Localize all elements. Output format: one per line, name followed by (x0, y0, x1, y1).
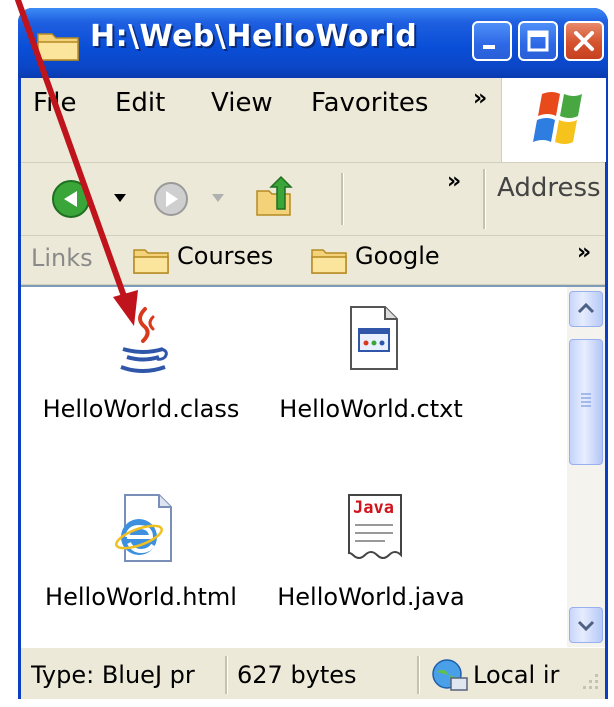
file-item[interactable]: Java HelloWorld.java (259, 493, 483, 633)
back-icon[interactable] (51, 179, 91, 219)
close-icon (574, 31, 594, 51)
minimize-icon (483, 45, 495, 49)
menu-bar: File Edit View Favorites » (21, 78, 606, 163)
window-title: H:\Web\HelloWorld (90, 19, 418, 54)
svg-text:Java: Java (353, 498, 394, 518)
file-item[interactable]: HelloWorld.class (29, 305, 253, 445)
explorer-window: H:\Web\HelloWorld File Edit View Favorit… (18, 8, 608, 699)
local-intranet-icon (432, 659, 468, 691)
close-button[interactable] (564, 21, 604, 61)
status-divider (225, 656, 228, 694)
status-bar: Type: BlueJ pr 627 bytes Local ir (21, 647, 605, 699)
file-item[interactable]: HelloWorld.html (29, 493, 253, 633)
forward-dropdown-arrow-icon[interactable] (211, 193, 225, 203)
chevron-up-icon (577, 302, 595, 314)
folder-icon (37, 33, 79, 61)
maximize-button[interactable] (518, 21, 558, 61)
status-zone: Local ir (473, 661, 560, 689)
link-label: Courses (177, 242, 274, 270)
minimize-button[interactable] (472, 21, 512, 61)
scroll-down-button[interactable] (569, 607, 603, 643)
file-item[interactable]: HelloWorld.ctxt (259, 305, 483, 445)
file-name: HelloWorld.ctxt (279, 395, 463, 423)
toolbar-overflow-chevron[interactable]: » (447, 169, 461, 194)
text-document-icon (350, 306, 398, 370)
links-overflow-chevron[interactable]: » (577, 240, 591, 265)
folder-icon (311, 249, 347, 274)
toolbar-separator (341, 173, 344, 225)
chevron-down-icon (577, 620, 595, 632)
forward-icon[interactable] (153, 181, 189, 217)
file-list-pane: HelloWorld.class HelloWorld.ctxt HelloWo… (21, 285, 605, 649)
toolbar-separator (483, 169, 486, 229)
up-folder-icon[interactable] (251, 173, 299, 221)
windows-logo (501, 78, 606, 162)
menu-view[interactable]: View (211, 88, 273, 118)
menu-edit[interactable]: Edit (115, 88, 165, 118)
java-source-document-icon: Java (348, 494, 402, 559)
menu-favorites[interactable]: Favorites (311, 88, 428, 118)
scroll-up-button[interactable] (569, 291, 603, 327)
link-label: Google (355, 242, 440, 270)
navigation-toolbar: » Address (21, 163, 605, 236)
links-label: Links (31, 244, 93, 272)
back-dropdown-arrow-icon[interactable] (113, 193, 127, 203)
file-name: HelloWorld.html (45, 583, 237, 611)
file-name: HelloWorld.java (277, 583, 465, 611)
title-bar[interactable]: H:\Web\HelloWorld (18, 8, 608, 78)
status-type: Type: BlueJ pr (31, 661, 195, 689)
grip-icon (581, 393, 591, 407)
java-coffee-cup-icon (120, 307, 168, 373)
file-name: HelloWorld.class (42, 395, 240, 423)
address-label[interactable]: Address (497, 173, 601, 203)
internet-explorer-document-icon (115, 494, 172, 562)
folder-icon (133, 249, 169, 274)
vertical-scrollbar[interactable] (567, 287, 605, 647)
status-divider (417, 656, 420, 694)
status-size: 627 bytes (237, 661, 357, 689)
windows-flag-icon (533, 92, 582, 144)
scroll-thumb[interactable] (569, 339, 603, 465)
links-bar: Links Courses Google » (21, 236, 605, 285)
maximize-icon (527, 30, 549, 52)
resize-grip-icon[interactable] (577, 668, 601, 692)
menu-file[interactable]: File (33, 88, 77, 118)
menu-overflow-chevron[interactable]: » (473, 86, 487, 111)
